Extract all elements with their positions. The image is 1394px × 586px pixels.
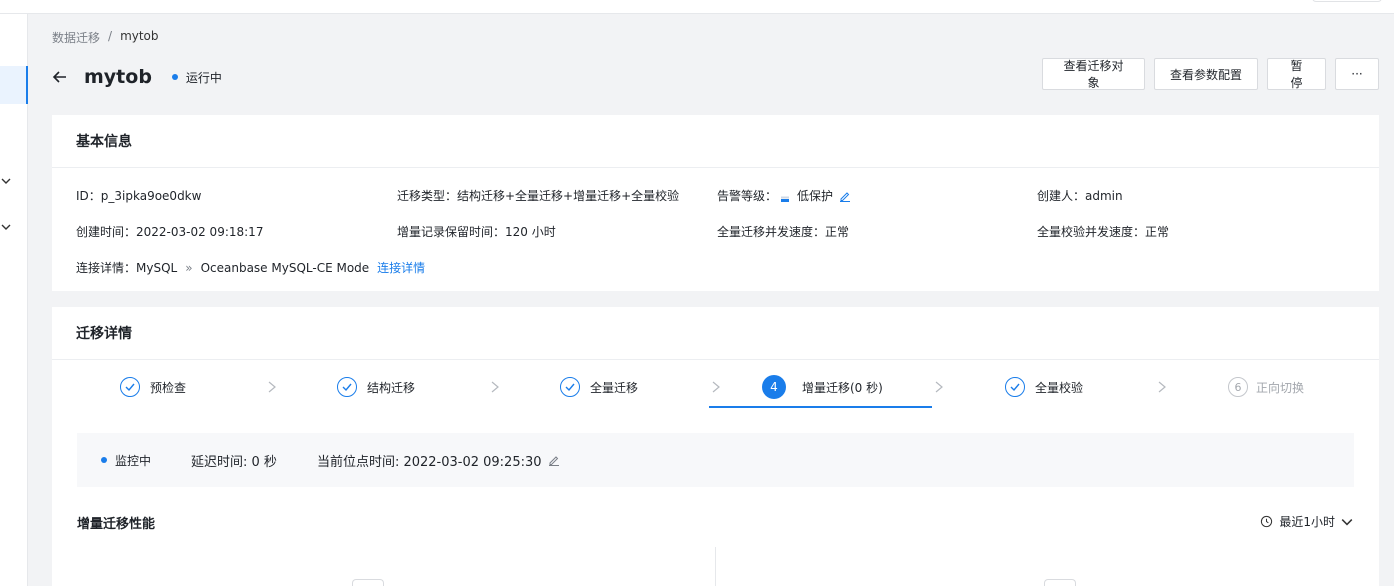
step-number: 6	[1228, 377, 1248, 397]
delay-time: 延迟时间: 0 秒	[191, 454, 277, 470]
chevron-right-icon	[491, 381, 499, 393]
step-switch[interactable]: 6 正向切换	[1228, 365, 1304, 409]
info-alert-level: 告警等级： 低保护	[717, 187, 851, 204]
view-objects-button[interactable]: 查看迁移对象	[1042, 58, 1145, 90]
chevron-right-icon	[935, 381, 943, 393]
page-title: mytob	[84, 66, 152, 88]
check-icon	[1005, 377, 1025, 397]
chart-control[interactable]	[352, 579, 384, 586]
breadcrumb-separator: /	[108, 29, 113, 43]
status-text: 运行中	[185, 70, 222, 85]
chevron-right-icon	[268, 381, 276, 393]
check-icon	[560, 377, 580, 397]
chevron-down-icon[interactable]	[1, 222, 11, 232]
info-create-time: 创建时间：2022-03-02 09:18:17	[76, 225, 264, 239]
step-verify[interactable]: 全量校验	[1005, 365, 1083, 409]
top-bar	[0, 0, 1394, 14]
check-icon	[120, 377, 140, 397]
info-id: ID：p_3ipka9oe0dkw	[76, 189, 202, 203]
edit-icon[interactable]	[839, 190, 851, 202]
step-label: 正向切换	[1256, 380, 1305, 395]
chevron-right-icon	[712, 381, 720, 393]
status-badge: 运行中	[171, 69, 222, 86]
conn-detail-link[interactable]: 连接详情	[377, 259, 425, 276]
monitor-bar: 监控中 延迟时间: 0 秒 当前位点时间: 2022-03-02 09:25:3…	[77, 433, 1354, 487]
conn-arrow: »	[185, 260, 193, 275]
step-label: 结构迁移	[367, 380, 416, 395]
step-number: 4	[762, 375, 786, 399]
info-creator: 创建人：admin	[1037, 189, 1123, 203]
basic-info-title: 基本信息	[52, 115, 1379, 168]
time-range-value: 最近1小时	[1279, 515, 1335, 529]
info-full-speed: 全量迁移并发速度：正常	[717, 225, 850, 239]
migrate-detail-title: 迁移详情	[52, 307, 1379, 360]
step-label: 预检查	[150, 380, 187, 395]
breadcrumb-current: mytob	[120, 29, 159, 43]
more-button[interactable]: ···	[1335, 58, 1379, 90]
migrate-detail-card: 迁移详情 预检查 结构迁移 全量迁移 4 增量迁移(0 秒) 全量校验 6 正向…	[52, 307, 1379, 586]
status-dot-icon	[101, 457, 107, 463]
header-actions: 查看迁移对象 查看参数配置 暂 停 ···	[1042, 58, 1379, 90]
breadcrumb: 数据迁移 / mytob	[52, 29, 159, 46]
position-time: 当前位点时间: 2022-03-02 09:25:30	[316, 454, 542, 470]
conn-source: 连接详情：MySQL	[76, 261, 178, 275]
breadcrumb-root[interactable]: 数据迁移	[52, 29, 100, 46]
alert-value: 低保护	[797, 189, 834, 203]
basic-info-card: 基本信息 ID：p_3ipka9oe0dkw 迁移类型：结构迁移+全量迁移+增量…	[52, 115, 1379, 291]
clock-icon	[1261, 515, 1273, 528]
step-precheck[interactable]: 预检查	[120, 365, 186, 409]
step-structure[interactable]: 结构迁移	[337, 365, 415, 409]
chart-divider	[715, 547, 716, 586]
monitor-status: 监控中	[101, 452, 151, 469]
chart-control[interactable]	[1044, 579, 1076, 586]
step-label: 全量迁移	[590, 380, 639, 395]
chevron-down-icon	[1341, 518, 1353, 526]
edit-icon[interactable]	[548, 454, 560, 466]
step-label: 增量迁移(0 秒)	[802, 380, 883, 395]
top-right-control[interactable]	[1312, 0, 1382, 2]
step-full[interactable]: 全量迁移	[560, 365, 638, 409]
step-bar: 预检查 结构迁移 全量迁移 4 增量迁移(0 秒) 全量校验 6 正向切换	[52, 365, 1379, 409]
step-label: 全量校验	[1035, 380, 1084, 395]
pause-button[interactable]: 暂 停	[1267, 58, 1326, 90]
back-arrow-icon[interactable]	[52, 69, 68, 85]
sidebar	[0, 14, 28, 586]
alert-label: 告警等级：	[717, 189, 778, 203]
step-incremental[interactable]: 4 增量迁移(0 秒)	[762, 365, 883, 409]
alert-level-icon	[781, 189, 790, 202]
status-dot-icon	[171, 74, 178, 80]
active-step-underline	[709, 406, 932, 408]
info-retention: 增量记录保留时间：120 小时	[397, 225, 556, 239]
info-verify-speed: 全量校验并发速度：正常	[1037, 225, 1170, 239]
conn-target: Oceanbase MySQL-CE Mode	[200, 260, 370, 275]
check-icon	[337, 377, 357, 397]
perf-title: 增量迁移性能	[77, 517, 156, 532]
sidebar-item-active[interactable]	[0, 66, 28, 104]
chevron-right-icon	[1158, 381, 1166, 393]
info-connection: 连接详情：MySQL » Oceanbase MySQL-CE Mode 连接详…	[76, 259, 425, 276]
monitor-status-text: 监控中	[115, 453, 152, 468]
view-params-button[interactable]: 查看参数配置	[1154, 58, 1258, 90]
page-header: mytob 运行中	[52, 62, 222, 92]
chevron-down-icon[interactable]	[1, 176, 11, 186]
info-migrate-type: 迁移类型：结构迁移+全量迁移+增量迁移+全量校验	[397, 189, 680, 203]
time-range-select[interactable]: 最近1小时	[1260, 513, 1353, 530]
